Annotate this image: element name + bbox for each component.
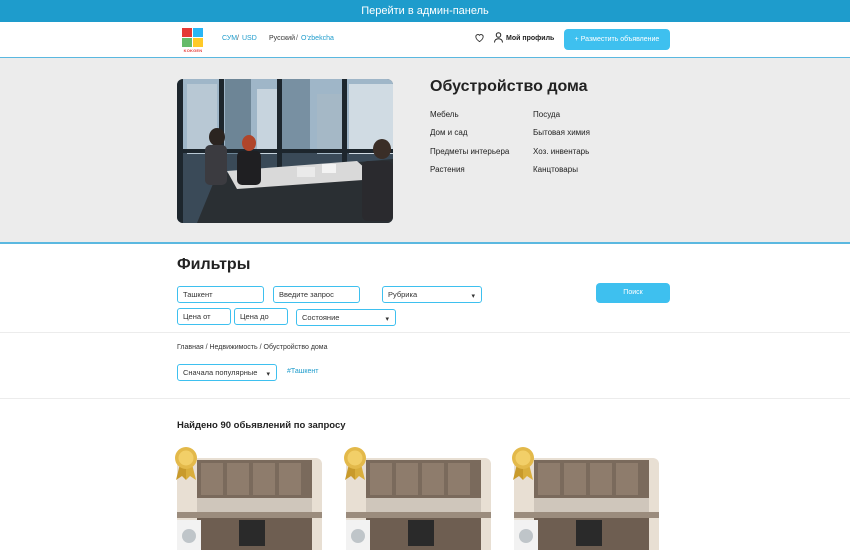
category-title: Обустройство дома — [430, 78, 588, 95]
site-logo[interactable]: KOKGEN — [181, 28, 205, 54]
search-button[interactable]: Поиск — [596, 283, 670, 303]
category-link-household-chemicals[interactable]: Бытовая химия — [533, 128, 590, 137]
breadcrumb-real-estate[interactable]: Недвижимость — [210, 344, 258, 351]
category-link-interior[interactable]: Предметы интерьера — [430, 147, 509, 156]
featured-medal-icon — [344, 447, 366, 480]
language-russian[interactable]: Русский — [269, 35, 295, 42]
category-link-plants[interactable]: Растения — [430, 165, 465, 174]
category-link-stationery[interactable]: Канцтовары — [533, 165, 578, 174]
category-link-dishes[interactable]: Посуда — [533, 110, 560, 119]
category-hero: Обустройство дома Мебель Посуда Дом и са… — [0, 58, 850, 244]
chevron-down-icon: ▾ — [266, 371, 270, 378]
language-uzbek[interactable]: O'zbekcha — [301, 35, 334, 42]
results-count: Найдено 90 обьявлений по запросу — [177, 420, 346, 431]
breadcrumb-current: Обустройство дома — [263, 344, 328, 351]
featured-medal-icon — [175, 447, 197, 480]
user-icon[interactable] — [494, 32, 503, 43]
breadcrumb: Главная / Недвижимость / Обустройство до… — [177, 344, 328, 351]
logo-text: KOKGEN — [183, 48, 203, 53]
currency-separator: / — [237, 35, 239, 42]
admin-panel-link[interactable]: Перейти в админ-панель — [0, 0, 850, 22]
profile-link[interactable]: Мой профиль — [506, 35, 554, 42]
sort-select-value: Сначала популярные — [183, 368, 258, 377]
breadcrumb-home[interactable]: Главная — [177, 344, 204, 351]
category-link-inventory[interactable]: Хоз. инвентарь — [533, 147, 589, 156]
search-query-input[interactable]: Введите запрос — [273, 286, 360, 303]
currency-sum[interactable]: СУМ — [222, 35, 237, 42]
city-tag[interactable]: #Ташкент — [287, 368, 318, 375]
heart-icon[interactable] — [474, 32, 485, 43]
price-from-input[interactable]: Цена от — [177, 308, 231, 325]
filters-title: Фильтры — [177, 256, 251, 273]
category-link-furniture[interactable]: Мебель — [430, 110, 459, 119]
category-link-home-garden[interactable]: Дом и сад — [430, 128, 468, 137]
condition-select[interactable]: Состояние ▾ — [296, 309, 396, 326]
language-separator: / — [296, 35, 298, 42]
chevron-down-icon: ▾ — [471, 293, 475, 300]
chevron-down-icon: ▾ — [385, 316, 389, 323]
price-to-input[interactable]: Цена до — [234, 308, 288, 325]
rubric-select-value: Рубрика — [388, 290, 418, 299]
search-query-placeholder: Введите запрос — [279, 290, 334, 299]
price-to-placeholder: Цена до — [240, 312, 269, 321]
sort-select[interactable]: Сначала популярные ▾ — [177, 364, 277, 381]
city-field[interactable]: Ташкент — [177, 286, 264, 303]
section-divider — [0, 332, 850, 333]
rubric-select[interactable]: Рубрика ▾ — [382, 286, 482, 303]
currency-usd[interactable]: USD — [242, 35, 257, 42]
post-ad-button[interactable]: + Разместить объявление — [564, 29, 670, 50]
site-header: KOKGEN СУМ / USD Русский / O'zbekcha Мой… — [0, 22, 850, 58]
city-field-value: Ташкент — [183, 290, 213, 299]
section-divider — [0, 398, 850, 399]
price-from-placeholder: Цена от — [183, 312, 211, 321]
condition-select-value: Состояние — [302, 313, 340, 322]
featured-medal-icon — [512, 447, 534, 480]
office-photo — [177, 79, 393, 223]
